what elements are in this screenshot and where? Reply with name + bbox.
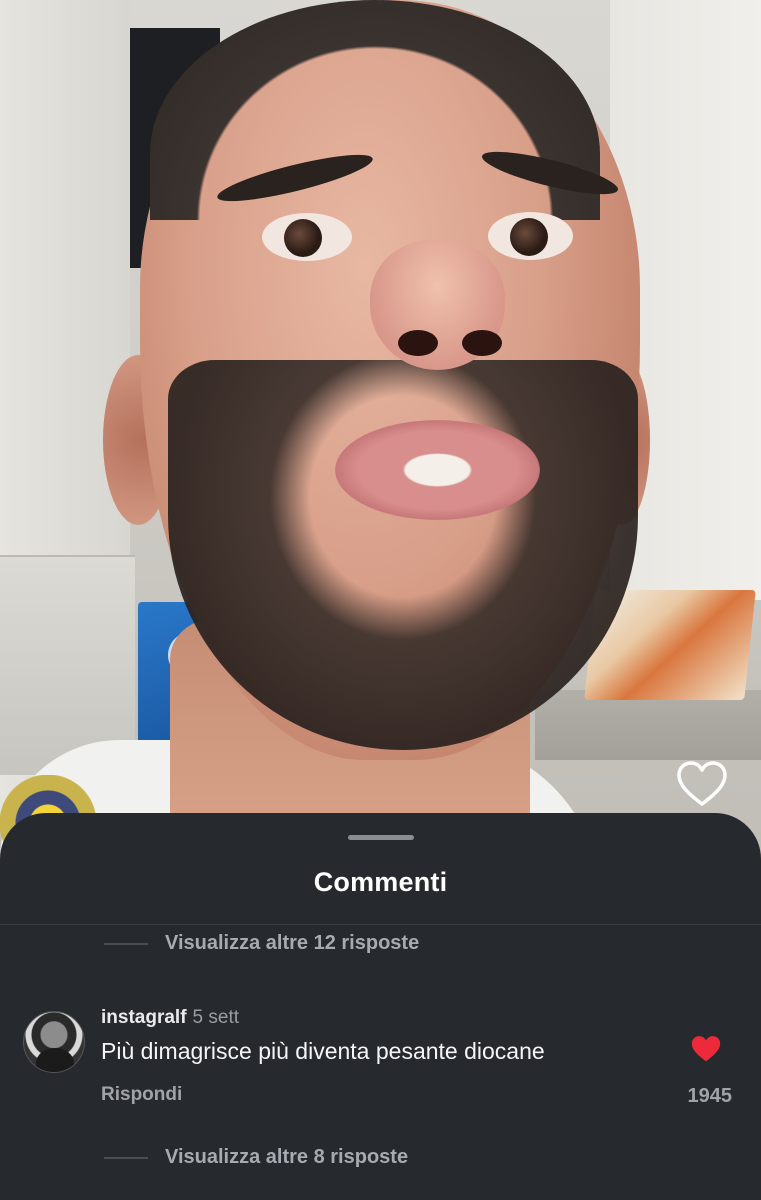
view-more-replies-label: Visualizza altre 8 risposte [165, 1146, 409, 1168]
heart-filled-icon[interactable] [690, 1034, 722, 1064]
sheet-title: Commenti [313, 867, 448, 897]
comment-item: instagralf 5 sett Più dimagrisce più dive… [0, 1007, 761, 1117]
person-eye-right [488, 212, 573, 260]
comment-text: Più dimagrisce più diventa pesante dioca… [101, 1038, 545, 1064]
person-nostril-left [398, 330, 438, 356]
replies-connector-line [104, 1157, 148, 1159]
comments-sheet: Commenti Visualizza altre 12 risposte in… [0, 813, 761, 1200]
avatar[interactable] [23, 1011, 85, 1073]
background-shelf [535, 690, 761, 760]
view-more-replies-button[interactable]: Visualizza altre 8 risposte [0, 1141, 761, 1175]
heart-outline-icon[interactable] [676, 760, 728, 808]
reply-button[interactable]: Rispondi [101, 1084, 182, 1106]
person-nostril-right [462, 330, 502, 356]
sheet-grabber-handle[interactable] [348, 835, 414, 840]
comment-username[interactable]: instagralf [101, 1007, 187, 1028]
view-more-replies-button[interactable]: Visualizza altre 12 risposte [0, 927, 761, 961]
person-mouth [335, 420, 540, 520]
comment-header: instagralf 5 sett [101, 1007, 239, 1029]
like-count: 1945 [687, 1085, 733, 1107]
replies-connector-line [104, 943, 148, 945]
comment-timestamp: 5 sett [192, 1007, 240, 1028]
sheet-divider [0, 924, 761, 925]
view-more-replies-label: Visualizza altre 12 risposte [165, 932, 420, 954]
person-eye-left [262, 213, 352, 261]
